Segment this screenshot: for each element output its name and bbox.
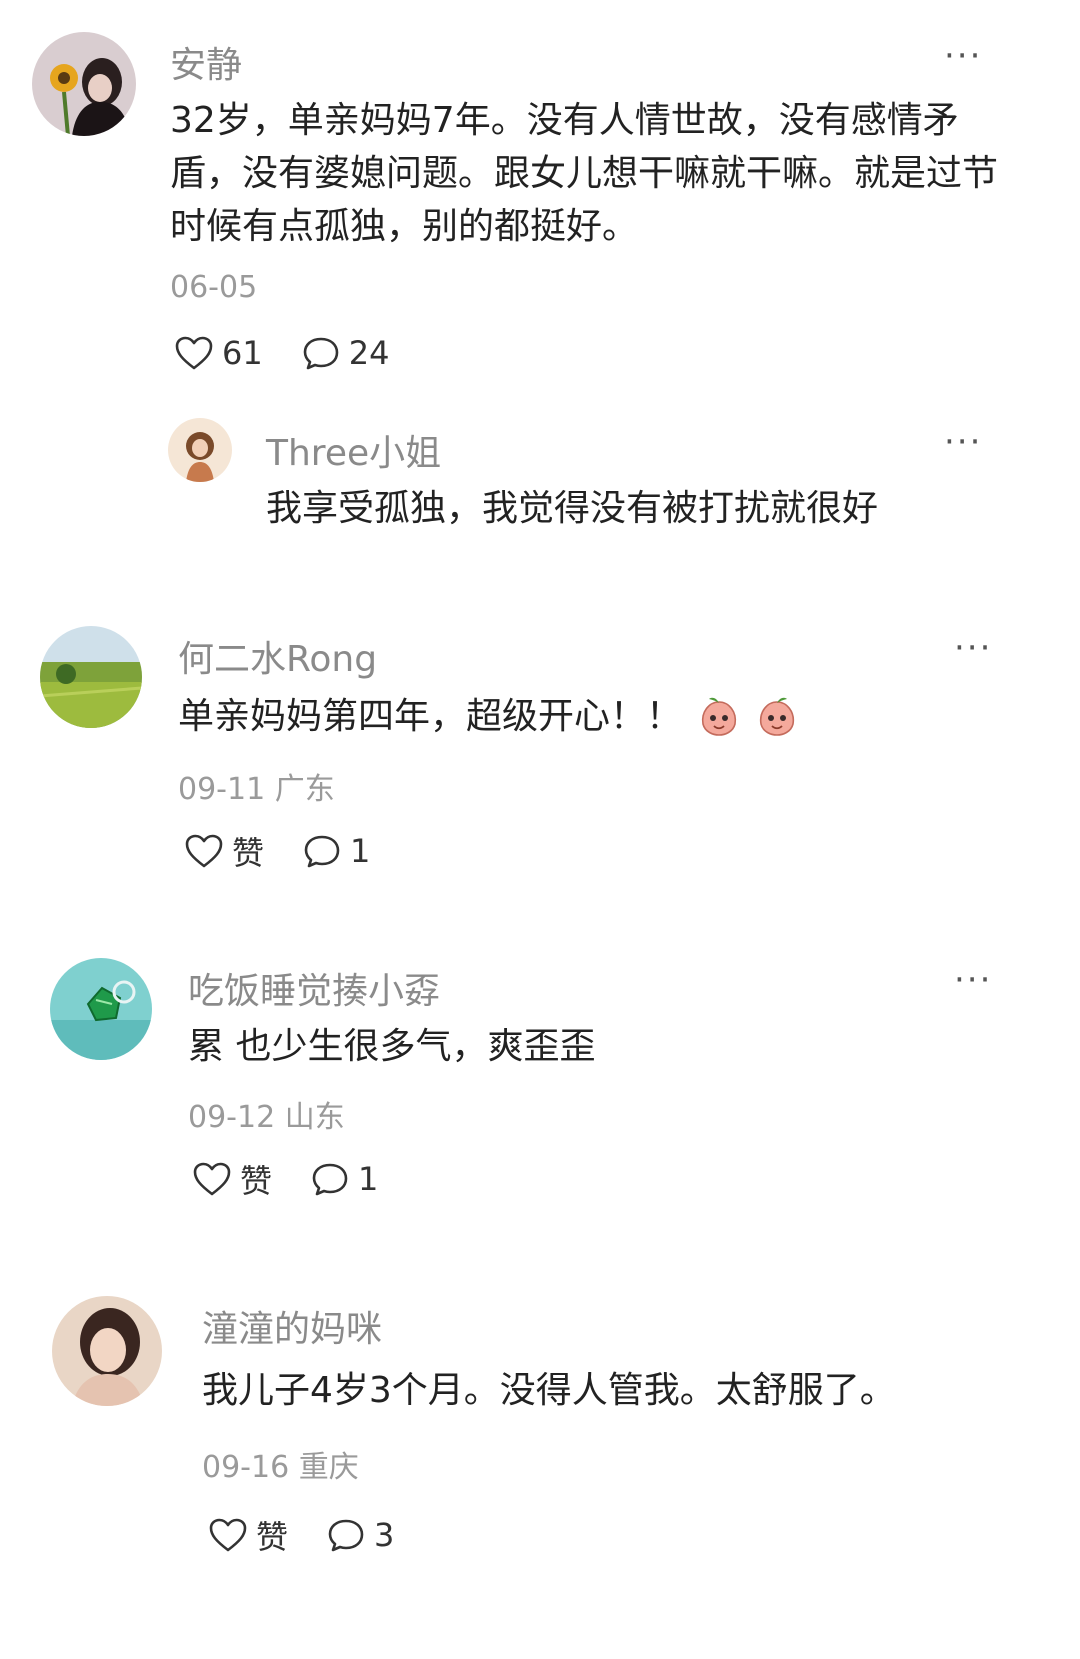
heart-outline-icon xyxy=(192,1161,232,1197)
peach-emoji-icon xyxy=(702,697,737,736)
peach-emoji-icon xyxy=(759,697,795,736)
username[interactable]: 潼潼的妈咪 xyxy=(202,1300,382,1352)
reply-count: 24 xyxy=(348,334,390,372)
comment-item: 潼潼的妈咪 我儿子4岁3个月。没得人管我。太舒服了。 09-16 重庆 赞 3 xyxy=(0,0,1080,1556)
username[interactable]: 安静 xyxy=(170,36,242,88)
heart-outline-icon xyxy=(208,1517,248,1553)
comment-text: 32岁，单亲妈妈7年。没有人情世故，没有感情矛盾，没有婆媳问题。跟女儿想干嘛就干… xyxy=(170,100,999,247)
heart-outline-icon xyxy=(184,833,224,869)
like-label: 赞 xyxy=(232,834,265,872)
more-options-icon[interactable]: ··· xyxy=(954,631,992,665)
speech-bubble-icon xyxy=(301,335,341,371)
reply-username[interactable]: Three小姐 xyxy=(266,424,441,476)
reply-button[interactable]: 24 xyxy=(301,334,390,372)
reply-text: 我享受孤独，我觉得没有被打扰就很好 xyxy=(266,488,879,529)
like-label: 赞 xyxy=(256,1518,289,1556)
comment-text: 累 也少生很多气，爽歪歪 xyxy=(188,1026,596,1067)
heart-outline-icon xyxy=(174,335,214,371)
comment-date-location: 09-12 山东 xyxy=(188,1100,345,1135)
like-button[interactable]: 赞 xyxy=(208,1512,288,1558)
like-count: 61 xyxy=(222,334,263,372)
like-button[interactable]: 赞 xyxy=(184,828,264,874)
more-options-icon[interactable]: ··· xyxy=(954,963,992,997)
more-options-icon[interactable]: ··· xyxy=(944,39,982,73)
more-options-icon[interactable]: ··· xyxy=(944,425,982,459)
reply-count: 1 xyxy=(358,1160,379,1198)
avatar[interactable] xyxy=(40,626,142,728)
speech-bubble-icon xyxy=(326,1517,366,1553)
reply-avatar[interactable] xyxy=(168,418,232,482)
speech-bubble-icon xyxy=(310,1161,350,1197)
like-button[interactable]: 赞 xyxy=(192,1156,272,1202)
comment-date-location: 09-11 广东 xyxy=(178,772,335,807)
avatar[interactable] xyxy=(52,1296,162,1406)
avatar[interactable] xyxy=(50,958,152,1060)
comment-item: 安静 ··· 32岁，单亲妈妈7年。没有人情世故，没有感情矛盾，没有婆媳问题。跟… xyxy=(0,0,1080,580)
reply-button[interactable]: 1 xyxy=(310,1160,378,1198)
comment-date-location: 09-16 重庆 xyxy=(202,1450,359,1485)
reply-count: 3 xyxy=(374,1516,395,1554)
like-button[interactable]: 61 xyxy=(174,334,263,372)
comment-text: 我儿子4岁3个月。没得人管我。太舒服了。 xyxy=(202,1370,896,1411)
reply-button[interactable]: 3 xyxy=(326,1516,394,1554)
avatar[interactable] xyxy=(32,32,136,136)
username[interactable]: 何二水Rong xyxy=(178,630,377,682)
reply-count: 1 xyxy=(350,832,371,870)
comment-date: 06-05 xyxy=(170,270,258,305)
username[interactable]: 吃饭睡觉揍小孬 xyxy=(188,962,440,1014)
like-label: 赞 xyxy=(240,1162,273,1200)
speech-bubble-icon xyxy=(302,833,342,869)
reply-button[interactable]: 1 xyxy=(302,832,370,870)
comment-text: 单亲妈妈第四年，超级开心！！ xyxy=(178,690,998,743)
comment-text-body: 单亲妈妈第四年，超级开心！！ xyxy=(178,696,683,737)
